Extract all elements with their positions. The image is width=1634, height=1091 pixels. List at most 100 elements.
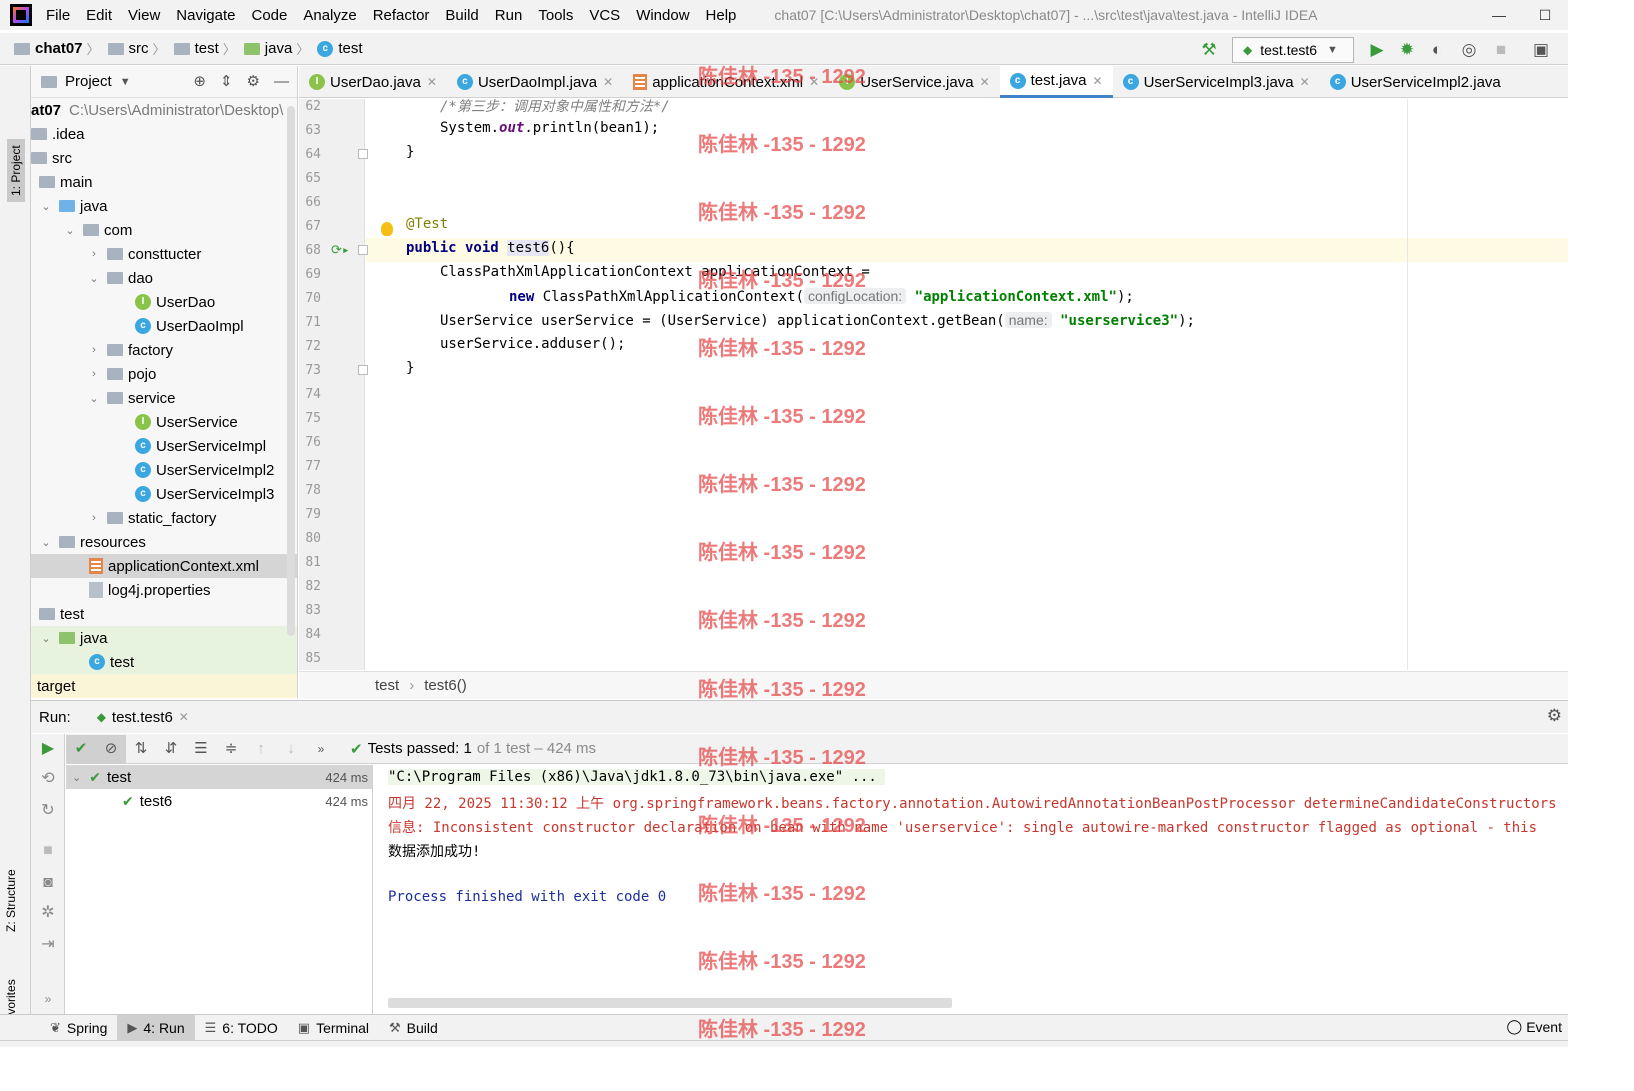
tool-tab-run[interactable]: ▶ 4: Run [117, 1014, 195, 1041]
chevron-down-icon[interactable]: ▼ [120, 76, 131, 88]
menu-build[interactable]: Build [437, 7, 486, 24]
gear-icon[interactable]: ⚙ [247, 66, 260, 98]
menu-run[interactable]: Run [487, 7, 531, 24]
show-passed-icon[interactable]: ✔ [66, 734, 96, 763]
chevron-right-icon[interactable]: › [87, 248, 101, 260]
chevron-down-icon[interactable]: ⌄ [39, 200, 53, 213]
tree-item-factory[interactable]: › factory [31, 338, 297, 362]
tree-item-idea[interactable]: .idea [31, 122, 297, 146]
run-test-gutter-icon[interactable]: ⟳▸ [331, 243, 350, 258]
tree-item-target[interactable]: target [31, 674, 297, 698]
tool-tab-terminal[interactable]: ▣ Terminal [288, 1015, 379, 1041]
menu-edit[interactable]: Edit [78, 7, 120, 24]
project-view-selector[interactable]: Project [65, 73, 112, 90]
chevron-down-icon[interactable]: ⌄ [39, 632, 53, 645]
breadcrumb-class[interactable]: test [375, 677, 399, 694]
lightbulb-icon[interactable] [381, 222, 393, 236]
console-horizontal-scrollbar[interactable] [388, 998, 952, 1008]
camera-icon[interactable]: ◙ [39, 874, 57, 892]
tree-item-dao[interactable]: ⌄ dao [31, 266, 297, 290]
tree-item-userserviceimpl2[interactable]: c UserServiceImpl2 [31, 458, 297, 482]
tab-applicationcontext-xml[interactable]: applicationContext.xml ✕ [623, 66, 829, 98]
project-scrollbar[interactable] [287, 106, 295, 636]
breadcrumb-test[interactable]: test 〉 [173, 39, 240, 58]
close-icon[interactable]: ✕ [179, 710, 189, 724]
test-result-row[interactable]: ✔ test6 424 ms [66, 789, 372, 813]
menu-analyze[interactable]: Analyze [295, 7, 364, 24]
menu-window[interactable]: Window [628, 7, 697, 24]
maximize-button[interactable]: ☐ [1522, 0, 1568, 30]
tree-item-test-class[interactable]: c test [31, 650, 297, 674]
collapse-all-icon[interactable]: ⇕ [220, 66, 233, 98]
locate-icon[interactable]: ⊕ [193, 66, 206, 98]
menu-code[interactable]: Code [243, 7, 295, 24]
tree-item-userservice[interactable]: I UserService [31, 410, 297, 434]
tool-tab-project[interactable]: 1: Project [7, 139, 25, 202]
more-icon[interactable]: » [39, 990, 57, 1008]
run-tab-test6[interactable]: ◆ test.test6 ✕ [97, 709, 189, 726]
tool-tab-todo[interactable]: ☰ 6: TODO [195, 1015, 288, 1041]
tab-userserviceimpl3-java[interactable]: c UserServiceImpl3.java ✕ [1113, 66, 1320, 98]
menu-navigate[interactable]: Navigate [168, 7, 243, 24]
tab-test-java[interactable]: c test.java ✕ [999, 66, 1113, 98]
tree-item-userserviceimpl3[interactable]: c UserServiceImpl3 [31, 482, 297, 506]
menu-tools[interactable]: Tools [530, 7, 581, 24]
breadcrumb-class[interactable]: c test [317, 40, 363, 57]
show-ignored-icon[interactable]: ⊘ [96, 734, 126, 763]
tab-userservice-java[interactable]: I UserService.java ✕ [829, 66, 999, 98]
close-icon[interactable]: ✕ [427, 75, 437, 89]
rerun-icon[interactable]: ▶ [39, 740, 57, 758]
tree-item-applicationcontext-xml[interactable]: applicationContext.xml [31, 554, 297, 578]
event-log-button[interactable]: ◯ Event [1507, 1018, 1562, 1035]
chevron-down-icon[interactable]: ⌄ [63, 224, 77, 237]
tree-item-service[interactable]: ⌄ service [31, 386, 297, 410]
breadcrumb-java[interactable]: java 〉 [243, 39, 314, 58]
tab-userdaoimpl-java[interactable]: c UserDaoImpl.java ✕ [447, 66, 623, 98]
arrow-up-icon[interactable]: ↑ [246, 735, 276, 763]
tree-item-src[interactable]: src [31, 146, 297, 170]
settings-icon[interactable]: ✲ [39, 904, 57, 922]
tree-item-log4j-properties[interactable]: log4j.properties [31, 578, 297, 602]
menu-file[interactable]: File [38, 7, 78, 24]
tool-tab-build[interactable]: ⚒ Build [379, 1015, 448, 1041]
tab-userdao-java[interactable]: I UserDao.java ✕ [299, 66, 447, 98]
fold-marker-icon[interactable] [358, 245, 368, 255]
breadcrumb-method[interactable]: test6() [424, 677, 467, 694]
chevron-down-icon[interactable]: ⌄ [87, 272, 101, 285]
tree-item-resources[interactable]: ⌄ resources [31, 530, 297, 554]
chevron-down-icon[interactable]: ⌄ [39, 536, 53, 549]
tree-item-main-java[interactable]: ⌄ java [31, 194, 297, 218]
tab-userserviceimpl2-java[interactable]: c UserServiceImpl2.java [1320, 66, 1511, 98]
toggle-autotest-icon[interactable]: ↻ [39, 802, 57, 820]
chevron-right-icon[interactable]: › [87, 344, 101, 356]
build-hammer-icon[interactable]: ⚒ [1198, 39, 1220, 61]
tree-item-consttucter[interactable]: › consttucter [31, 242, 297, 266]
tool-tab-spring[interactable]: ❦ Spring [40, 1015, 117, 1041]
stop-icon[interactable]: ■ [39, 842, 57, 860]
chevron-right-icon[interactable]: › [87, 368, 101, 380]
menu-help[interactable]: Help [698, 7, 745, 24]
close-icon[interactable]: ✕ [1300, 75, 1310, 89]
tree-item-userdao[interactable]: I UserDao [31, 290, 297, 314]
arrow-down-icon[interactable]: ↓ [276, 735, 306, 763]
run-configuration-selector[interactable]: ◆ test.test6 ▼ [1232, 37, 1354, 63]
more-icon[interactable]: » [306, 735, 336, 763]
collapse-all-icon[interactable]: ≑ [216, 735, 246, 763]
tree-item-main[interactable]: main [31, 170, 297, 194]
menu-view[interactable]: View [120, 7, 168, 24]
run-icon[interactable]: ▶ [1366, 39, 1388, 61]
menu-vcs[interactable]: VCS [581, 7, 628, 24]
rerun-failed-icon[interactable]: ⟲ [39, 770, 57, 788]
stop-icon[interactable]: ■ [1490, 39, 1512, 61]
profile-icon[interactable]: ◎ [1458, 39, 1480, 61]
test-result-row[interactable]: ⌄ ✔ test 424 ms [66, 765, 372, 789]
tree-item-userserviceimpl[interactable]: c UserServiceImpl [31, 434, 297, 458]
hide-icon[interactable]: — [274, 66, 289, 98]
console-output[interactable]: "C:\Program Files (x86)\Java\jdk1.8.0_73… [374, 765, 1568, 1014]
breadcrumb-project[interactable]: chat07 〉 [14, 39, 104, 58]
menu-refactor[interactable]: Refactor [365, 7, 438, 24]
tree-item-root[interactable]: at07 C:\Users\Administrator\Desktop\ [31, 98, 297, 122]
tree-item-userdaoimpl[interactable]: c UserDaoImpl [31, 314, 297, 338]
coverage-icon[interactable]: ◐ [1426, 39, 1448, 61]
tree-item-test[interactable]: test [31, 602, 297, 626]
